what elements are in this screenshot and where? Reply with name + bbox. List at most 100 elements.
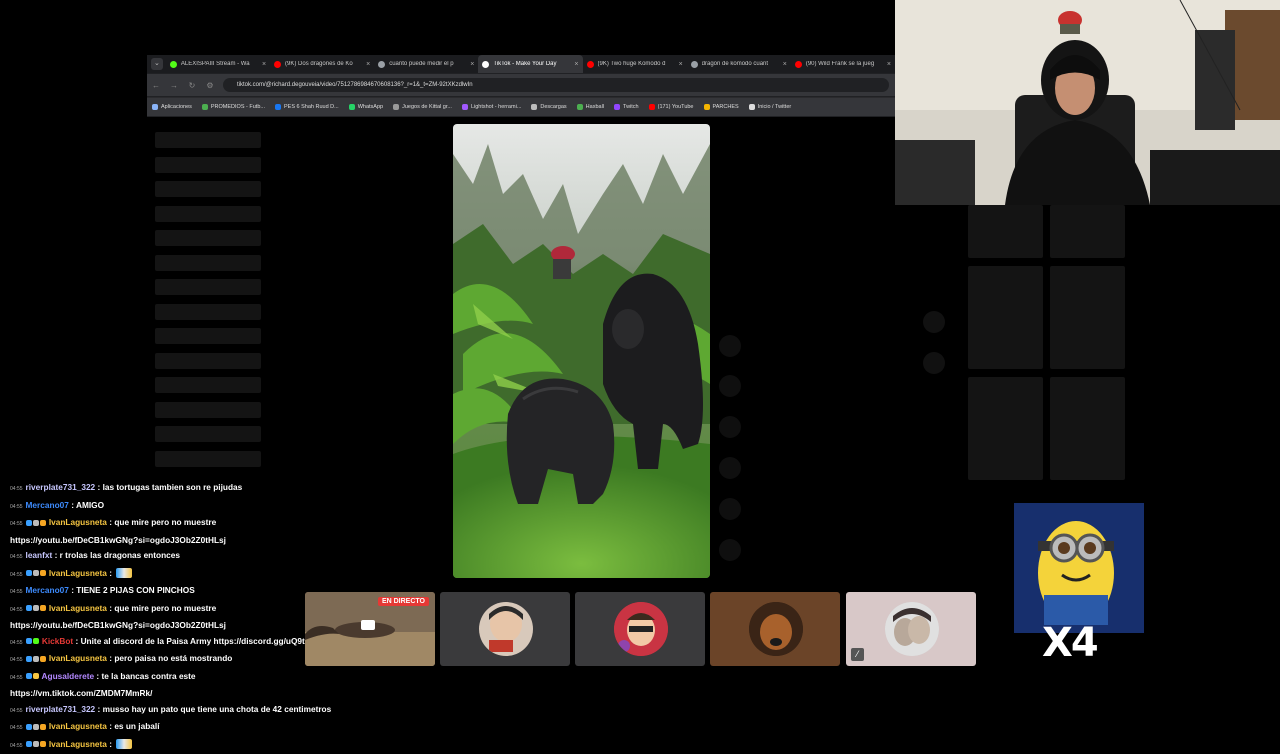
tab-favicon-icon bbox=[170, 61, 177, 68]
chat-username[interactable]: IvanLagusneta bbox=[49, 568, 107, 578]
badge-icon bbox=[40, 520, 46, 526]
tab-close-icon[interactable]: × bbox=[366, 61, 370, 68]
chat-link[interactable]: https://vm.tiktok.com/ZMDM7MmRk/ bbox=[10, 686, 310, 702]
avatar bbox=[885, 602, 939, 656]
emote-icon bbox=[116, 568, 132, 578]
chat-text: : musso hay un pato que tiene una chota … bbox=[98, 704, 332, 714]
chat-timestamp: 04:55 bbox=[10, 554, 23, 560]
tab-close-icon[interactable]: × bbox=[887, 61, 891, 68]
tab-close-icon[interactable]: × bbox=[262, 61, 266, 68]
chat-text: : bbox=[109, 568, 112, 578]
tab-search-icon[interactable]: ⌄ bbox=[151, 58, 163, 70]
stream-card-3[interactable] bbox=[575, 592, 705, 666]
bookmark-icon bbox=[649, 104, 655, 110]
bookmark-item[interactable]: (171) YouTube bbox=[649, 104, 694, 110]
tab-favicon-icon bbox=[691, 61, 698, 68]
tab-label: (90) Wild Frank se la jueg bbox=[806, 61, 883, 67]
chat-username[interactable]: IvanLagusneta bbox=[49, 721, 107, 731]
browser-tab[interactable]: dragon de komodo cuant× bbox=[687, 55, 791, 73]
browser-tab[interactable]: (9K) Two huge Komodo d× bbox=[583, 55, 687, 73]
gorillas-video-frame bbox=[453, 124, 710, 578]
chat-username[interactable]: Agusalderete bbox=[42, 671, 95, 681]
chat-username[interactable]: Mercano07 bbox=[26, 500, 69, 510]
forward-icon[interactable]: → bbox=[165, 81, 183, 90]
nav-placeholder bbox=[923, 352, 945, 374]
browser-tab[interactable]: ALEXISPAIII Stream - Wa× bbox=[166, 55, 270, 73]
badge-icon bbox=[33, 605, 39, 611]
badge-icon bbox=[26, 570, 32, 576]
chat-badges bbox=[26, 669, 40, 685]
badge-icon bbox=[26, 673, 32, 679]
address-bar-row: ← → ↻ ⚙ tiktok.com/@richard.degouveia/vi… bbox=[147, 74, 895, 96]
chat-username[interactable]: IvanLagusneta bbox=[49, 603, 107, 613]
chat-timestamp: 04:55 bbox=[10, 743, 23, 749]
tab-close-icon[interactable]: × bbox=[574, 61, 578, 68]
chat-timestamp: 04:55 bbox=[10, 486, 23, 492]
browser-tab[interactable]: cuanto puede medir el p × bbox=[374, 55, 478, 73]
chat-username[interactable]: riverplate731_322 bbox=[26, 482, 96, 492]
chat-timestamp: 04:55 bbox=[10, 572, 23, 578]
skeleton-row bbox=[155, 353, 261, 369]
bookmark-item[interactable]: PROMEDIOS - Futb... bbox=[202, 104, 265, 110]
url-field[interactable]: tiktok.com/@richard.degouveia/video/7512… bbox=[223, 78, 889, 92]
badge-icon bbox=[26, 638, 32, 644]
chat-username[interactable]: IvanLagusneta bbox=[49, 517, 107, 527]
action-placeholder bbox=[719, 539, 741, 561]
bookmark-item[interactable]: PES 6 Shah Ruud D... bbox=[275, 104, 339, 110]
tab-label: TikTok - Make Your Day bbox=[493, 61, 570, 67]
bookmark-item[interactable]: Juegos de Kittal gr... bbox=[393, 104, 452, 110]
bookmark-item[interactable]: Lightshot - herrami... bbox=[462, 104, 521, 110]
bookmark-item[interactable]: Inicio / Twitter bbox=[749, 104, 792, 110]
bookmark-item[interactable]: PARCHES bbox=[704, 104, 739, 110]
reload-icon[interactable]: ↻ bbox=[183, 81, 201, 90]
badge-icon bbox=[26, 656, 32, 662]
tab-close-icon[interactable]: × bbox=[783, 61, 787, 68]
skeleton-row bbox=[155, 451, 261, 467]
tab-close-icon[interactable]: × bbox=[679, 61, 683, 68]
bookmark-item[interactable]: Aplicaciones bbox=[152, 104, 192, 110]
chat-timestamp: 04:55 bbox=[10, 675, 23, 681]
skeleton-row bbox=[155, 328, 261, 344]
nav-placeholder bbox=[923, 311, 945, 333]
multiplier-label: X4 bbox=[1042, 620, 1097, 666]
stream-card-live[interactable]: EN DIRECTO bbox=[305, 592, 435, 666]
back-icon[interactable]: ← bbox=[147, 81, 165, 90]
chat-username[interactable]: IvanLagusneta bbox=[49, 653, 107, 663]
badge-icon bbox=[33, 741, 39, 747]
browser-tab[interactable]: TikTok - Make Your Day × bbox=[478, 55, 582, 73]
chat-link[interactable]: https://youtu.be/fDeCB1kwGNg?si=ogdoJ3Ob… bbox=[10, 533, 310, 549]
bookmark-label: PARCHES bbox=[713, 104, 739, 110]
skeleton-tile bbox=[968, 205, 1043, 258]
tiktok-video[interactable] bbox=[453, 124, 710, 578]
chat-username[interactable]: KickBot bbox=[42, 636, 73, 646]
bookmark-label: PES 6 Shah Ruud D... bbox=[284, 104, 339, 110]
bookmark-item[interactable]: Twitch bbox=[614, 104, 639, 110]
tab-close-icon[interactable]: × bbox=[470, 61, 474, 68]
skeleton-tile bbox=[1050, 205, 1125, 258]
chat-link[interactable]: https://youtu.be/fDeCB1kwGNg?si=ogdoJ3Ob… bbox=[10, 618, 310, 634]
chat-text: : es un jabalí bbox=[109, 721, 159, 731]
stream-card-4[interactable] bbox=[710, 592, 840, 666]
chat-bubble-icon bbox=[361, 620, 375, 630]
stream-card-5[interactable]: ⁄ bbox=[846, 592, 976, 666]
chat-username[interactable]: riverplate731_322 bbox=[26, 704, 96, 714]
chat-text: : que mire pero no muestre bbox=[109, 603, 216, 613]
bookmark-label: Inicio / Twitter bbox=[758, 104, 792, 110]
stream-card-2[interactable] bbox=[440, 592, 570, 666]
avatar bbox=[479, 602, 533, 656]
bookmark-icon bbox=[349, 104, 355, 110]
browser-tab[interactable]: (90) Wild Frank se la jueg × bbox=[791, 55, 895, 73]
bookmark-item[interactable]: Haxball bbox=[577, 104, 604, 110]
chat-message: 04:55 Agusalderete : te la bancas contra… bbox=[10, 669, 310, 687]
skeleton-tile bbox=[968, 377, 1043, 480]
browser-tab[interactable]: (9K) Dos dragones de Ko× bbox=[270, 55, 374, 73]
chat-username[interactable]: leanfxt bbox=[26, 550, 53, 560]
site-info-icon[interactable]: ⚙ bbox=[201, 81, 219, 90]
bookmark-label: WhatsApp bbox=[358, 104, 383, 110]
chat-username[interactable]: Mercano07 bbox=[26, 585, 69, 595]
bookmark-item[interactable]: Descargas bbox=[531, 104, 566, 110]
bookmark-label: Descargas bbox=[540, 104, 566, 110]
bookmark-item[interactable]: WhatsApp bbox=[349, 104, 383, 110]
tab-label: cuanto puede medir el p bbox=[389, 61, 466, 67]
chat-username[interactable]: IvanLagusneta bbox=[49, 739, 107, 749]
